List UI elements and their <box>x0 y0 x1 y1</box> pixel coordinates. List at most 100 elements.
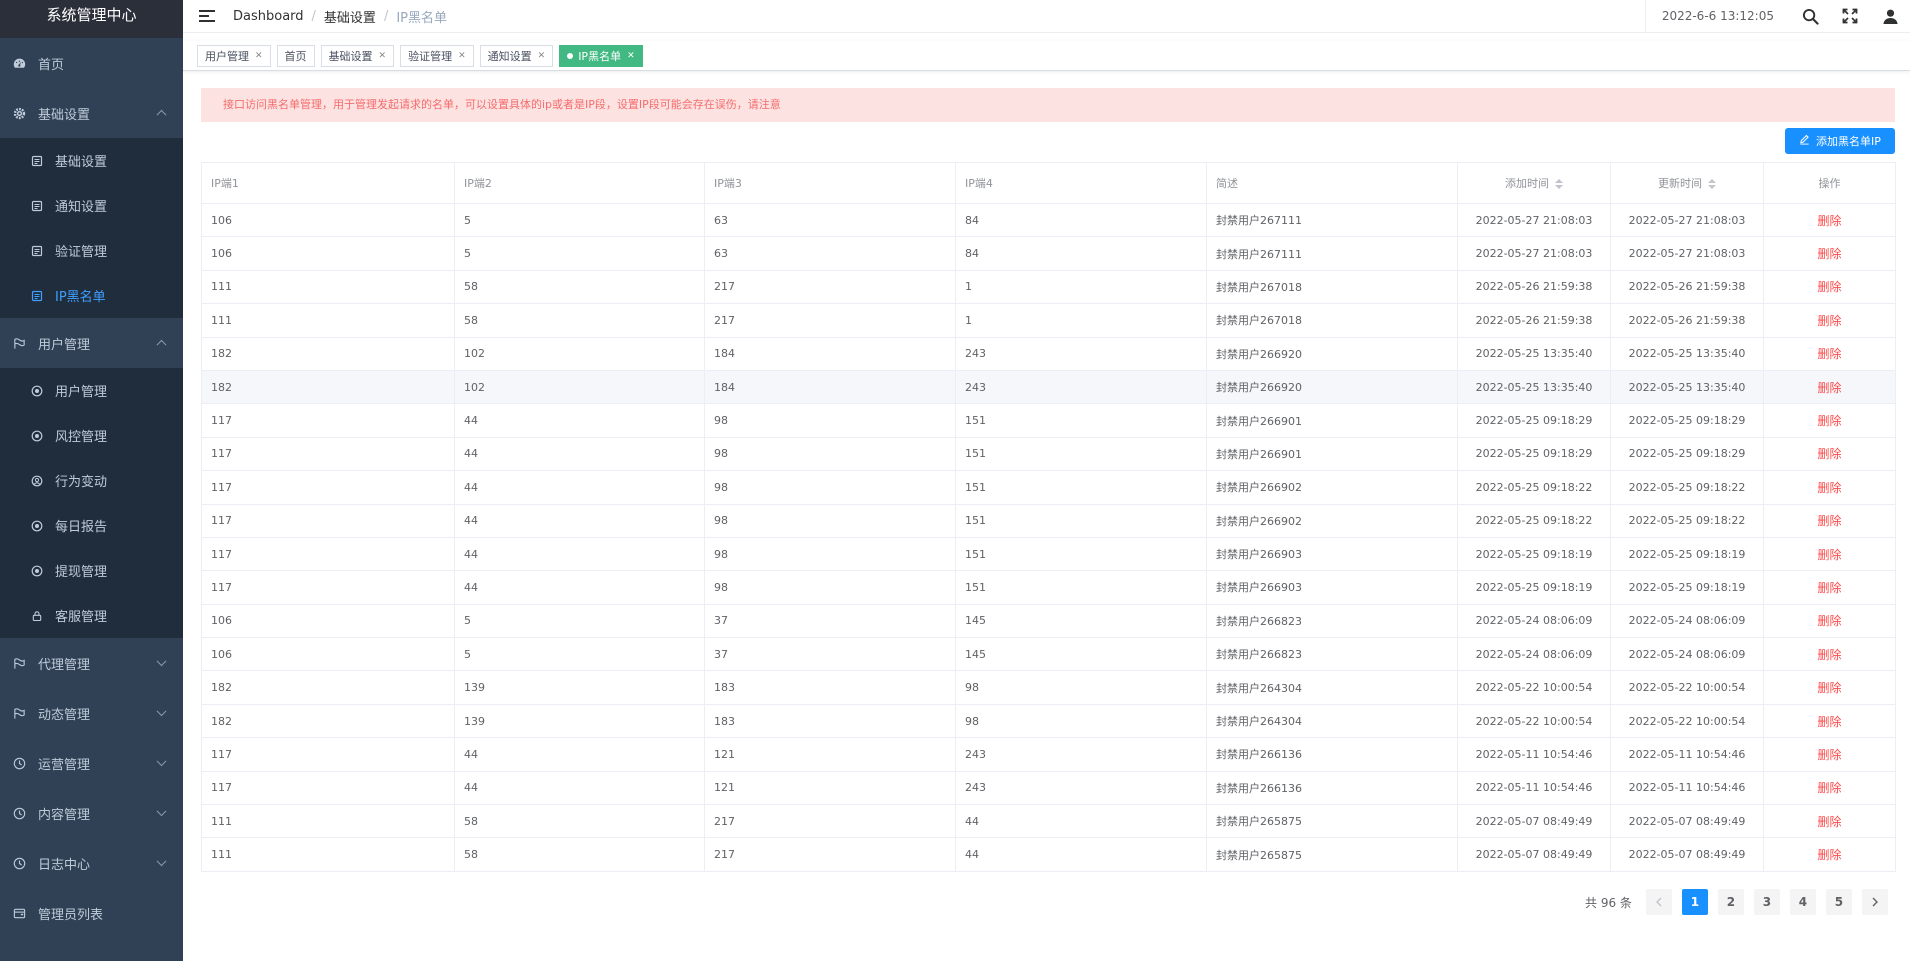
table-cell: 111 <box>201 269 455 305</box>
sort-icon[interactable] <box>1555 179 1563 189</box>
sidebar-item-user-management[interactable]: 用户管理 <box>0 318 183 368</box>
table-cell: 111 <box>201 303 455 338</box>
table-cell: 117 <box>201 737 455 772</box>
hamburger-icon[interactable] <box>199 10 215 22</box>
delete-button[interactable]: 删除 <box>1817 414 1841 428</box>
current-datetime: 2022-6-6 13:12:05 <box>1644 0 1790 33</box>
table-row: 117 44 98 151 封禁用户266901 2022-05-25 09:18:29 2… <box>201 403 1896 438</box>
sort-icon[interactable] <box>1708 179 1716 189</box>
delete-button[interactable]: 删除 <box>1817 614 1841 628</box>
table-row: 117 44 121 243 封禁用户266136 2022-05-11 10:54:46… <box>201 737 1896 772</box>
submenu-item-customer-service[interactable]: 客服管理 <box>0 593 183 638</box>
page-button[interactable]: 3 <box>1753 889 1780 915</box>
table-cell-actions: 删除 <box>1763 503 1896 538</box>
submenu-item-label: 行为变动 <box>55 475 108 490</box>
submenu-item-notification-settings[interactable]: 通知设置 <box>0 183 183 228</box>
sidebar-item-admin-list[interactable]: 管理员列表 <box>0 888 183 938</box>
add-blacklist-ip-button[interactable]: 添加黑名单IP <box>1785 128 1895 154</box>
delete-button[interactable]: 删除 <box>1817 447 1841 461</box>
submenu-item-verification[interactable]: 验证管理 <box>0 228 183 273</box>
submenu-item-withdrawals[interactable]: 提现管理 <box>0 548 183 593</box>
delete-button[interactable]: 删除 <box>1817 815 1841 829</box>
sidebar-item-agent-management[interactable]: 代理管理 <box>0 638 183 688</box>
breadcrumb-dashboard[interactable]: Dashboard <box>233 9 304 24</box>
close-icon[interactable]: ✕ <box>255 51 263 61</box>
table-cell: 111 <box>201 804 455 839</box>
tag-ip-blacklist[interactable]: IP黑名单 ✕ <box>559 44 643 67</box>
sidebar-item-home[interactable]: 首页 <box>0 38 183 88</box>
page-button[interactable]: 2 <box>1717 889 1744 915</box>
chevron-down-icon <box>156 656 167 667</box>
tag-home[interactable]: 首页 <box>276 44 315 67</box>
table-cell: 2022-05-24 08:06:09 <box>1457 637 1611 672</box>
column-header-updated[interactable]: 更新时间 <box>1610 162 1764 204</box>
delete-button[interactable]: 删除 <box>1817 347 1841 361</box>
tag-basic-settings[interactable]: 基础设置 ✕ <box>320 44 395 67</box>
table-cell: 封禁用户265875 <box>1206 804 1458 839</box>
sidebar-item-label: 内容管理 <box>38 807 91 823</box>
user-icon[interactable] <box>1870 0 1910 33</box>
target-icon <box>30 519 43 532</box>
submenu-item-basic-settings[interactable]: 基础设置 <box>0 138 183 183</box>
delete-button[interactable]: 删除 <box>1817 247 1841 261</box>
delete-button[interactable]: 删除 <box>1817 280 1841 294</box>
close-icon[interactable]: ✕ <box>458 51 466 61</box>
close-icon[interactable]: ✕ <box>538 51 546 61</box>
delete-button[interactable]: 删除 <box>1817 715 1841 729</box>
delete-button[interactable]: 删除 <box>1817 781 1841 795</box>
page-button[interactable]: 4 <box>1789 889 1816 915</box>
page-button[interactable]: 1 <box>1681 889 1708 915</box>
delete-button[interactable]: 删除 <box>1817 848 1841 862</box>
submenu-item-behavior-changes[interactable]: 行为变动 <box>0 458 183 503</box>
prev-page-button[interactable] <box>1645 889 1672 915</box>
delete-button[interactable]: 删除 <box>1817 648 1841 662</box>
page-button[interactable]: 5 <box>1825 889 1852 915</box>
delete-button[interactable]: 删除 <box>1817 514 1841 528</box>
tag-verification[interactable]: 验证管理 ✕ <box>400 44 474 67</box>
submenu-item-label: 客服管理 <box>55 610 108 625</box>
search-icon[interactable] <box>1790 0 1830 33</box>
fullscreen-icon[interactable] <box>1830 0 1870 33</box>
submenu-item-label: IP黑名单 <box>55 290 106 305</box>
table-row: 106 5 37 145 封禁用户266823 2022-05-24 08:06:09 20… <box>201 603 1896 639</box>
table-row: 117 44 98 151 封禁用户266903 2022-05-25 09:18:19 2… <box>201 570 1896 605</box>
table-row: 117 44 98 151 封禁用户266902 2022-05-25 09:18:22 2… <box>201 503 1896 538</box>
table-row: 182 139 183 98 封禁用户264304 2022-05-22 10:00:54… <box>201 703 1896 739</box>
submenu-item-risk-control[interactable]: 风控管理 <box>0 413 183 458</box>
submenu-item-daily-report[interactable]: 每日报告 <box>0 503 183 548</box>
delete-button[interactable]: 删除 <box>1817 548 1841 562</box>
column-header-created[interactable]: 添加时间 <box>1457 162 1611 204</box>
table-cell: 封禁用户266902 <box>1206 470 1458 505</box>
close-icon[interactable]: ✕ <box>627 51 635 61</box>
table-cell: 84 <box>955 202 1207 238</box>
table-cell: 151 <box>955 503 1207 538</box>
table-cell: 2022-05-26 21:59:38 <box>1610 303 1764 338</box>
table-cell: 217 <box>704 269 956 305</box>
delete-button[interactable]: 删除 <box>1817 314 1841 328</box>
table-cell: 2022-05-25 09:18:19 <box>1610 536 1764 572</box>
tag-notification-settings[interactable]: 通知设置 ✕ <box>479 44 554 67</box>
sidebar-item-log-center[interactable]: 日志中心 <box>0 838 183 888</box>
next-page-button[interactable] <box>1861 889 1888 915</box>
delete-button[interactable]: 删除 <box>1817 748 1841 762</box>
submenu-item-label: 风控管理 <box>55 430 108 445</box>
table-cell: 44 <box>454 503 705 538</box>
breadcrumb-basic-settings[interactable]: 基础设置 <box>324 7 376 26</box>
sidebar-item-basic-settings[interactable]: 基础设置 <box>0 88 183 138</box>
submenu-item-ip-blacklist[interactable]: IP黑名单 <box>0 273 183 318</box>
table-cell: 2022-05-22 10:00:54 <box>1457 703 1611 739</box>
submenu-item-users[interactable]: 用户管理 <box>0 368 183 413</box>
sidebar-item-content[interactable]: 内容管理 <box>0 788 183 838</box>
chevron-down-icon <box>156 706 167 717</box>
delete-button[interactable]: 删除 <box>1817 581 1841 595</box>
delete-button[interactable]: 删除 <box>1817 681 1841 695</box>
tag-user-management[interactable]: 用户管理 ✕ <box>197 44 271 67</box>
close-icon[interactable]: ✕ <box>379 51 387 61</box>
table-row: 106 5 63 84 封禁用户267111 2022-05-27 21:08:03 202… <box>201 202 1896 238</box>
table-cell: 封禁用户267111 <box>1206 202 1458 238</box>
sidebar-item-dynamic-management[interactable]: 动态管理 <box>0 688 183 738</box>
delete-button[interactable]: 删除 <box>1817 481 1841 495</box>
delete-button[interactable]: 删除 <box>1817 381 1841 395</box>
sidebar-item-operations[interactable]: 运营管理 <box>0 738 183 788</box>
delete-button[interactable]: 删除 <box>1817 214 1841 228</box>
